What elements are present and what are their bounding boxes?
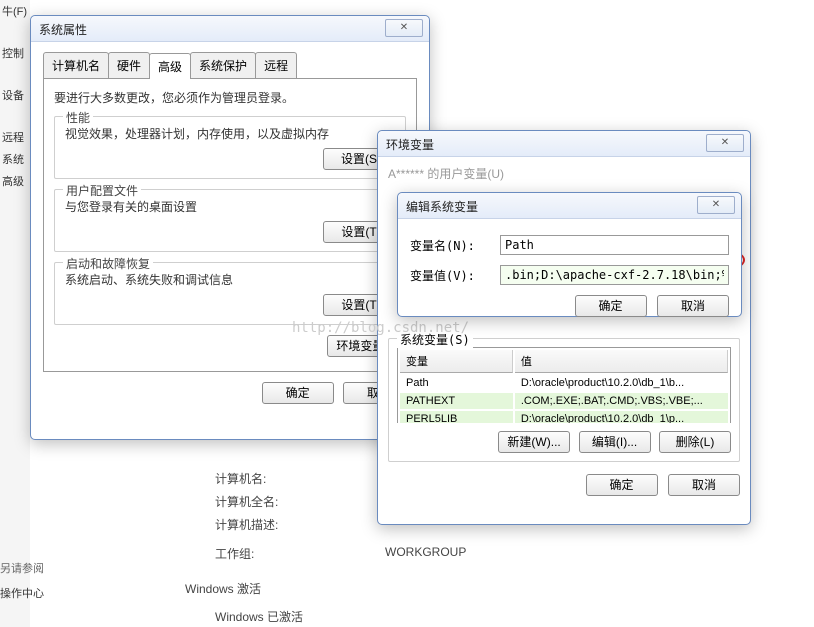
workgroup-label: 工作组:	[215, 545, 254, 562]
dialog-title-text: 系统属性	[39, 23, 87, 37]
table-row[interactable]: PERL5LIBD:\oracle\product\10.2.0\db_1\p.…	[400, 411, 728, 423]
edit-system-variable-dialog: 编辑系统变量 ✕ 变量名(N): 变量值(V): 确定 取消	[397, 192, 742, 317]
user-profiles-group: 用户配置文件 与您登录有关的桌面设置 设置(T	[54, 189, 406, 252]
environment-variables-dialog: 环境变量 ✕ A****** 的用户变量(U) 系统变量(S) 变量 值 Pat…	[377, 130, 751, 525]
table-row[interactable]: PATHEXT.COM;.EXE;.BAT;.CMD;.VBS;.VBE;...	[400, 393, 728, 409]
startup-recovery-title: 启动和故障恢复	[63, 255, 153, 272]
performance-group: 性能 视觉效果，处理器计划，内存使用，以及虚拟内存 设置(S	[54, 116, 406, 179]
action-center-link[interactable]: 操作中心	[0, 585, 44, 601]
user-profiles-title: 用户配置文件	[63, 182, 141, 199]
startup-recovery-group: 启动和故障恢复 系统启动、系统失败和调试信息 设置(T	[54, 262, 406, 325]
tab-computer-name[interactable]: 计算机名	[43, 52, 109, 78]
description-label: 计算机描述:	[215, 516, 278, 533]
sidebar-item[interactable]: 控制	[0, 42, 30, 64]
edit-variable-button[interactable]: 编辑(I)...	[579, 431, 651, 453]
full-name-label: 计算机全名:	[215, 493, 278, 510]
dialog-title-text: 编辑系统变量	[406, 200, 478, 214]
var-name-cell: Path	[400, 375, 513, 391]
ok-button[interactable]: 确定	[262, 382, 334, 404]
var-value-cell: D:\oracle\product\10.2.0\db_1\p...	[515, 411, 728, 423]
variable-name-input[interactable]	[500, 235, 729, 255]
startup-recovery-desc: 系统启动、系统失败和调试信息	[65, 271, 395, 288]
tabs-bar: 计算机名 硬件 高级 系统保护 远程	[43, 52, 417, 79]
user-vars-header-truncated: A****** 的用户变量(U)	[388, 165, 740, 182]
performance-title: 性能	[63, 109, 93, 126]
sidebar-item[interactable]: 高级	[0, 170, 30, 192]
activation-header: Windows 激活	[185, 580, 261, 597]
table-row[interactable]: PathD:\oracle\product\10.2.0\db_1\b...	[400, 375, 728, 391]
system-variables-table[interactable]: 变量 值 PathD:\oracle\product\10.2.0\db_1\b…	[397, 347, 731, 423]
system-properties-dialog: 系统属性 ✕ 计算机名 硬件 高级 系统保护 远程 要进行大多数更改，您必须作为…	[30, 15, 430, 440]
system-vars-title: 系统变量(S)	[397, 331, 473, 348]
dialog-title-bar[interactable]: 系统属性 ✕	[31, 16, 429, 42]
cancel-button[interactable]: 取消	[657, 295, 729, 317]
close-button[interactable]: ✕	[385, 19, 423, 37]
dialog-title-text: 环境变量	[386, 138, 434, 152]
new-variable-button[interactable]: 新建(W)...	[498, 431, 570, 453]
activation-status: Windows 已激活	[215, 608, 303, 625]
var-value-cell: D:\oracle\product\10.2.0\db_1\b...	[515, 375, 728, 391]
tab-protection[interactable]: 系统保护	[190, 52, 256, 78]
tab-hardware[interactable]: 硬件	[108, 52, 150, 78]
see-also-label: 另请参阅	[0, 560, 44, 576]
variable-value-label: 变量值(V):	[410, 267, 500, 284]
close-button[interactable]: ✕	[706, 134, 744, 152]
ok-button[interactable]: 确定	[586, 474, 658, 496]
dialog-title-bar[interactable]: 环境变量 ✕	[378, 131, 750, 157]
var-name-cell: PERL5LIB	[400, 411, 513, 423]
left-sidebar: 牛(F) 控制 设备 远程 系统 高级	[0, 0, 30, 627]
col-variable[interactable]: 变量	[400, 350, 513, 373]
dialog-title-bar[interactable]: 编辑系统变量 ✕	[398, 193, 741, 219]
delete-variable-button[interactable]: 删除(L)	[659, 431, 731, 453]
sidebar-item[interactable]: 设备	[0, 84, 30, 106]
workgroup-value: WORKGROUP	[385, 545, 466, 559]
sidebar-item[interactable]: 系统	[0, 148, 30, 170]
cancel-button[interactable]: 取消	[668, 474, 740, 496]
col-value[interactable]: 值	[515, 350, 728, 373]
tab-advanced[interactable]: 高级	[149, 53, 191, 79]
sidebar-item[interactable]: 远程	[0, 126, 30, 148]
var-value-cell: .COM;.EXE;.BAT;.CMD;.VBS;.VBE;...	[515, 393, 728, 409]
variable-name-label: 变量名(N):	[410, 237, 500, 254]
ok-button[interactable]: 确定	[575, 295, 647, 317]
system-variables-group: 系统变量(S) 变量 值 PathD:\oracle\product\10.2.…	[388, 338, 740, 462]
close-button[interactable]: ✕	[697, 196, 735, 214]
user-profiles-desc: 与您登录有关的桌面设置	[65, 198, 395, 215]
sidebar-item[interactable]: 牛(F)	[0, 0, 30, 22]
var-name-cell: PATHEXT	[400, 393, 513, 409]
tab-remote[interactable]: 远程	[255, 52, 297, 78]
computer-name-label: 计算机名:	[215, 470, 266, 487]
performance-desc: 视觉效果，处理器计划，内存使用，以及虚拟内存	[65, 125, 395, 142]
admin-notice: 要进行大多数更改，您必须作为管理员登录。	[54, 89, 406, 106]
variable-value-input[interactable]	[500, 265, 729, 285]
